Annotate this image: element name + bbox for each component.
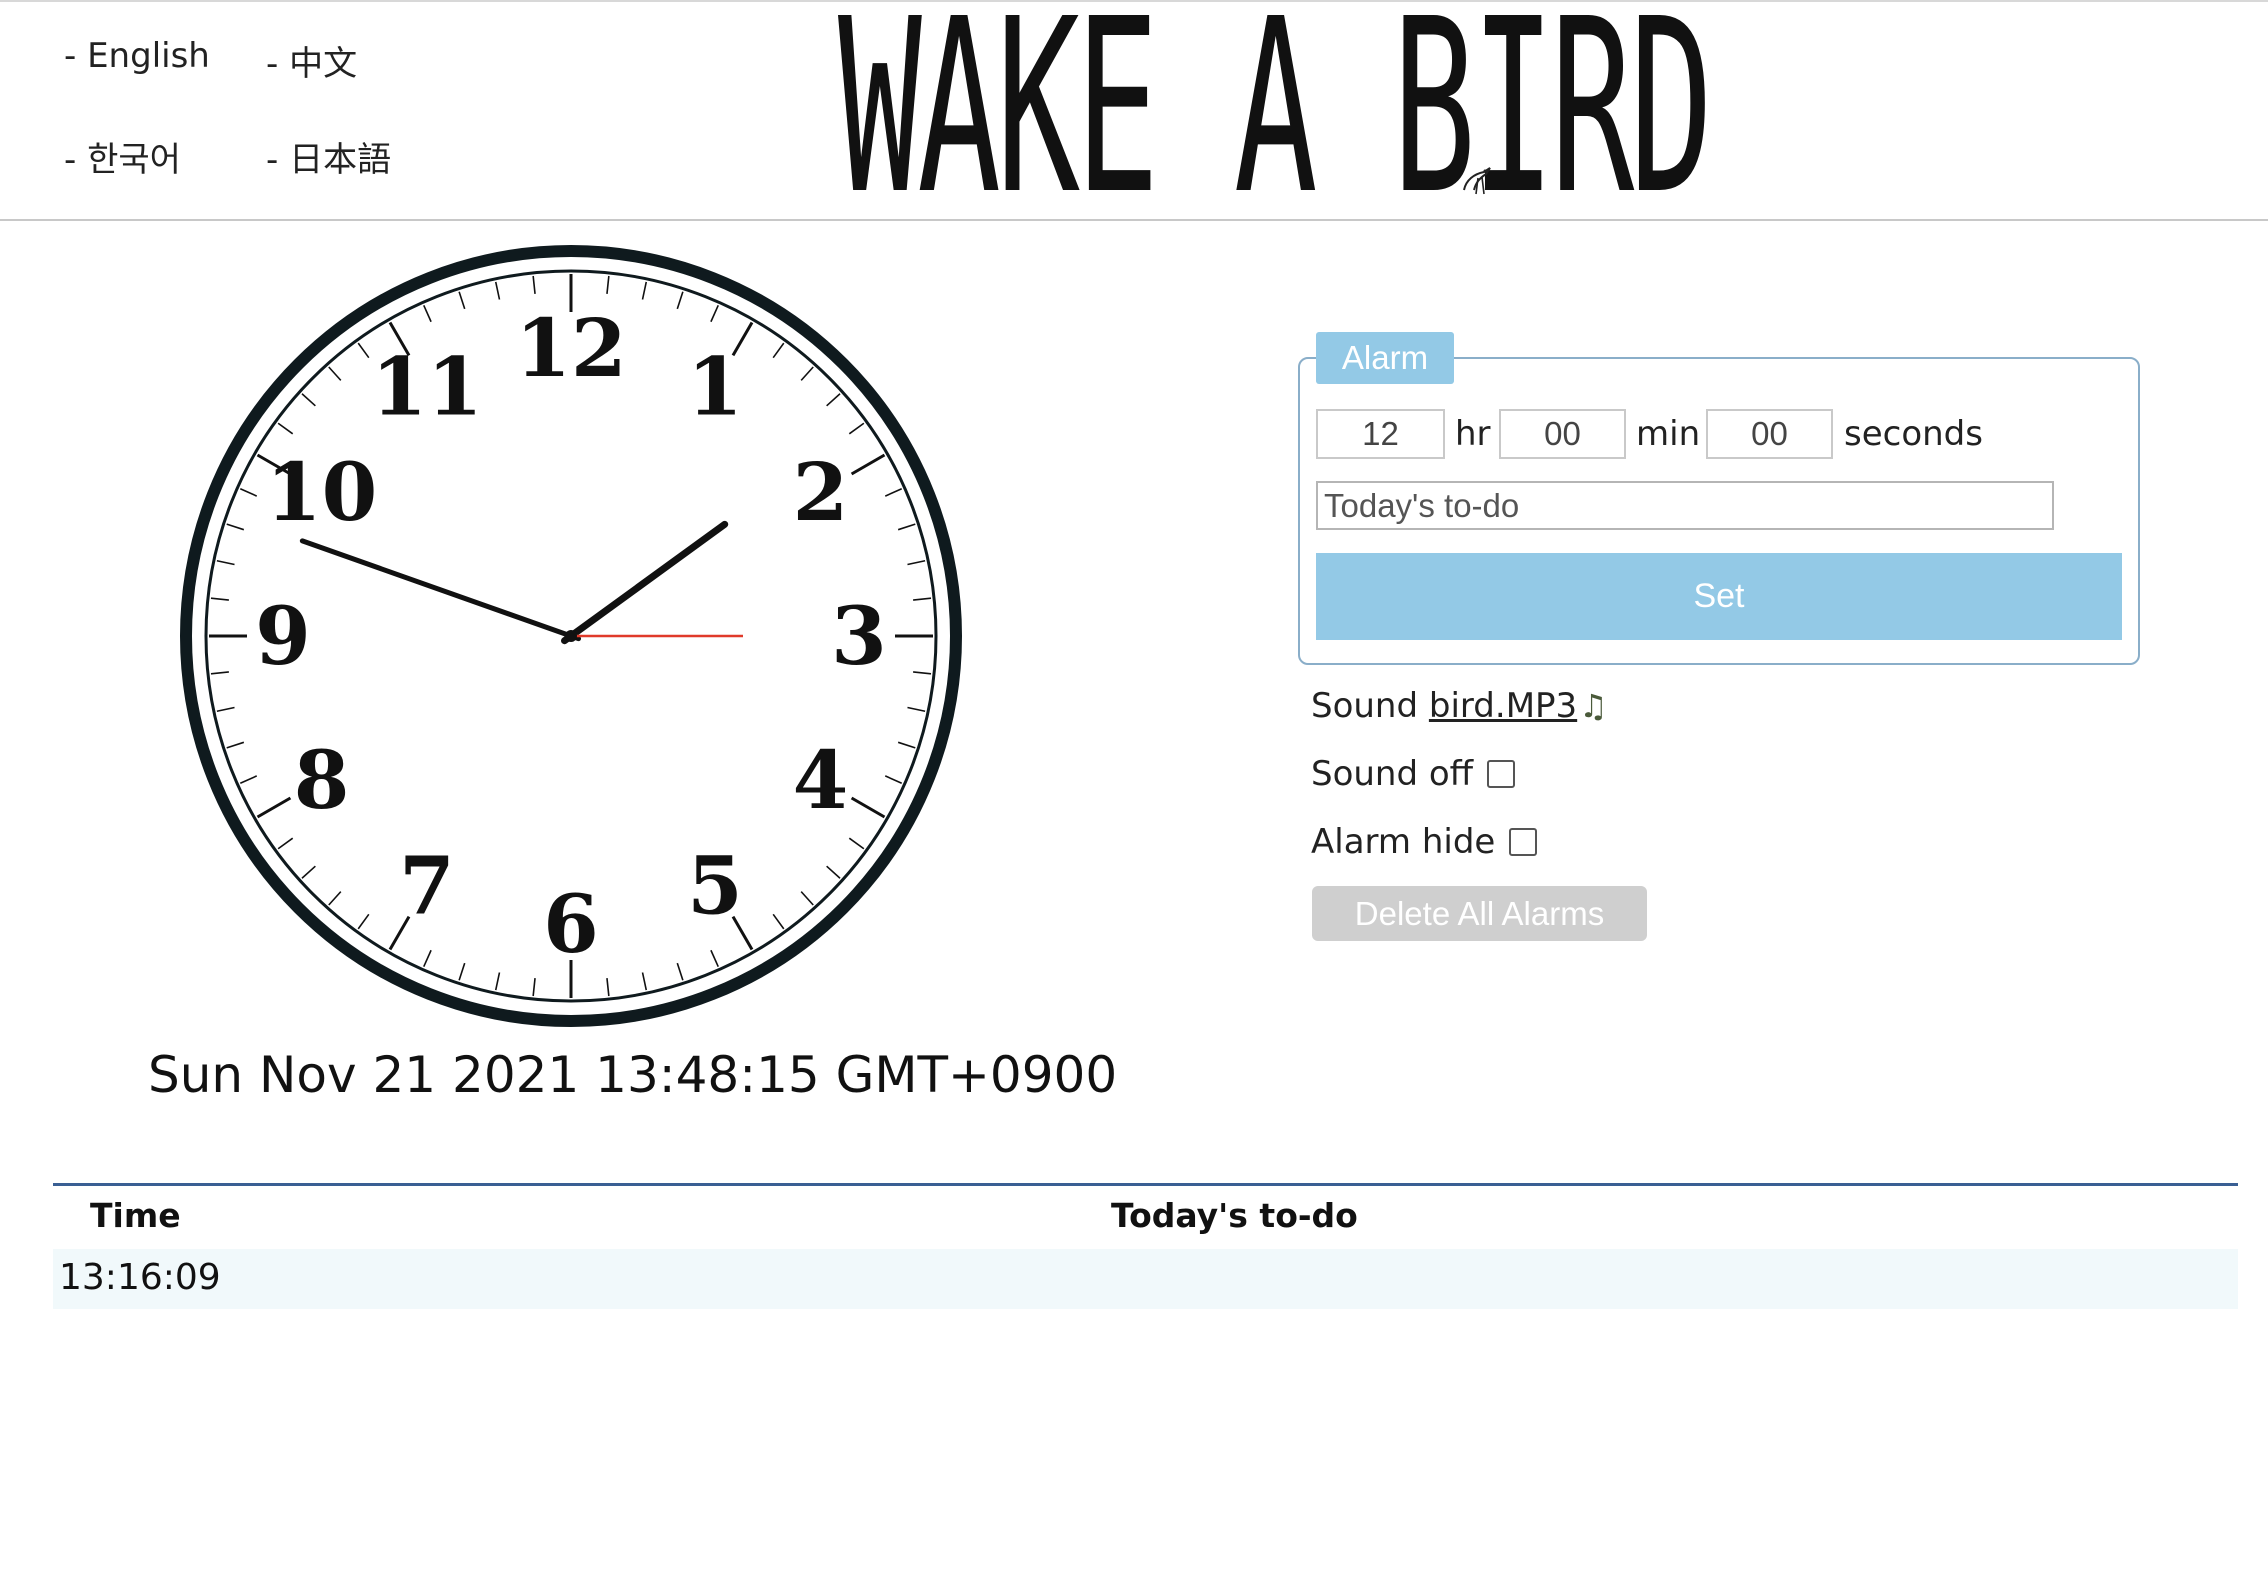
clock-numeral: 3 — [831, 589, 887, 683]
bird-icon — [1463, 167, 1491, 195]
sound-off-checkbox[interactable] — [1487, 760, 1516, 788]
table-row[interactable]: 13:16:09 — [53, 1249, 2238, 1309]
hr-label: hr — [1455, 414, 1491, 454]
music-note-icon: ♫ — [1579, 687, 1608, 725]
clock-numeral: 7 — [399, 838, 455, 932]
table-header-time: Time — [90, 1196, 181, 1235]
language-link-japanese[interactable]: - 日本語 — [266, 132, 391, 181]
alarm-hide-checkbox[interactable] — [1509, 828, 1538, 856]
clock-center — [565, 630, 577, 642]
clock-numeral: 2 — [793, 445, 849, 539]
clock-numeral: 1 — [687, 340, 743, 434]
alarm-hide-row: Alarm hide — [1311, 822, 1538, 862]
header: - English - 中文 - 한국어 - 日本語 WAKE A BIRD — [0, 0, 2268, 247]
clock-numeral: 6 — [543, 877, 599, 971]
delete-all-alarms-button[interactable]: Delete All Alarms — [1312, 886, 1647, 941]
sound-off-row: Sound off — [1311, 754, 1516, 794]
clock-numeral: 12 — [515, 301, 626, 395]
logo-text: WAKE A BIRD — [838, 0, 1713, 247]
clock-numeral: 4 — [793, 733, 849, 827]
sound-row: Sound bird.MP3 ♫ — [1311, 686, 1608, 726]
alarm-hour-input[interactable] — [1316, 409, 1445, 459]
table-cell-time: 13:16:09 — [59, 1257, 221, 1298]
min-label: min — [1636, 414, 1701, 454]
sound-label: Sound — [1311, 686, 1419, 726]
todo-input[interactable] — [1316, 481, 2054, 530]
clock-numeral: 10 — [266, 445, 377, 539]
language-link-english[interactable]: - English — [64, 36, 210, 76]
alarm-minute-input[interactable] — [1499, 409, 1626, 459]
alarm-table-border — [53, 1183, 2238, 1186]
clock-numeral: 8 — [294, 733, 350, 827]
alarm-legend: Alarm — [1316, 332, 1454, 384]
clock-numeral: 11 — [371, 340, 482, 434]
sound-file-link[interactable]: bird.MP3 — [1429, 686, 1577, 726]
alarm-second-input[interactable] — [1706, 409, 1833, 459]
analog-clock: 12 12 3 45678 9 10 11 — [180, 245, 962, 1027]
clock-numeral: 9 — [255, 589, 311, 683]
current-datetime: Sun Nov 21 2021 13:48:15 GMT+0900 — [148, 1046, 1118, 1104]
table-header-todo: Today's to-do — [1111, 1196, 1358, 1235]
language-link-chinese[interactable]: - 中文 — [266, 36, 357, 85]
set-alarm-button[interactable]: Set — [1316, 553, 2122, 640]
clock-numeral: 5 — [687, 838, 743, 932]
seconds-label: seconds — [1844, 414, 1983, 454]
logo[interactable]: WAKE A BIRD — [838, 0, 1713, 247]
language-link-korean[interactable]: - 한국어 — [64, 132, 181, 181]
alarm-hide-label: Alarm hide — [1311, 822, 1496, 862]
sound-off-label: Sound off — [1311, 754, 1474, 794]
